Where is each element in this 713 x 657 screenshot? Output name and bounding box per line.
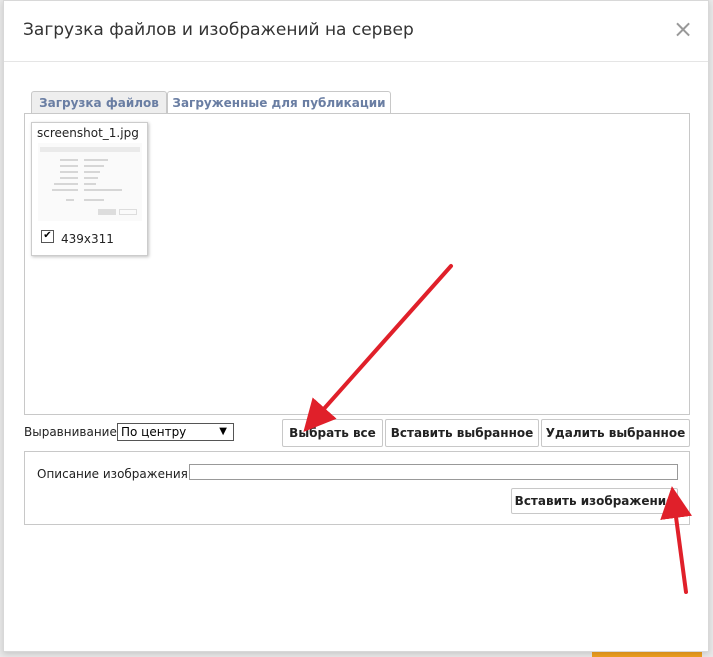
insert-image-button[interactable]: Вставить изображение [511,488,678,514]
insert-selected-button[interactable]: Вставить выбранное [385,419,539,447]
tab-upload-files[interactable]: Загрузка файлов [31,91,167,114]
description-input[interactable] [189,464,678,480]
upload-dialog: Загрузка файлов и изображений на сервер … [3,0,709,652]
description-panel: Описание изображения: Вставить изображен… [24,451,690,525]
alignment-selected-value: По центру [121,425,187,439]
file-name: screenshot_1.jpg [37,126,139,140]
dialog-header: Загрузка файлов и изображений на сервер … [4,1,708,62]
image-thumbnail [38,143,142,221]
file-dimensions: 439x311 [61,232,114,246]
chevron-down-icon: ▼ [219,426,227,437]
alignment-label: Выравнивание: [24,425,121,439]
file-select-checkbox[interactable]: ✔ [41,230,54,243]
files-panel: screenshot_1.jpg ✔ 439x311 [24,113,690,415]
alignment-select[interactable]: По центру ▼ [117,423,234,441]
file-card[interactable]: screenshot_1.jpg ✔ 439x311 [31,122,148,256]
dialog-title: Загрузка файлов и изображений на сервер [23,20,414,40]
select-all-button[interactable]: Выбрать все [282,419,383,447]
close-icon[interactable]: × [672,17,694,41]
background-orange-edge [592,652,702,657]
tab-uploaded-for-publication[interactable]: Загруженные для публикации [167,91,391,114]
description-label: Описание изображения: [37,467,192,481]
delete-selected-button[interactable]: Удалить выбранное [541,419,690,447]
